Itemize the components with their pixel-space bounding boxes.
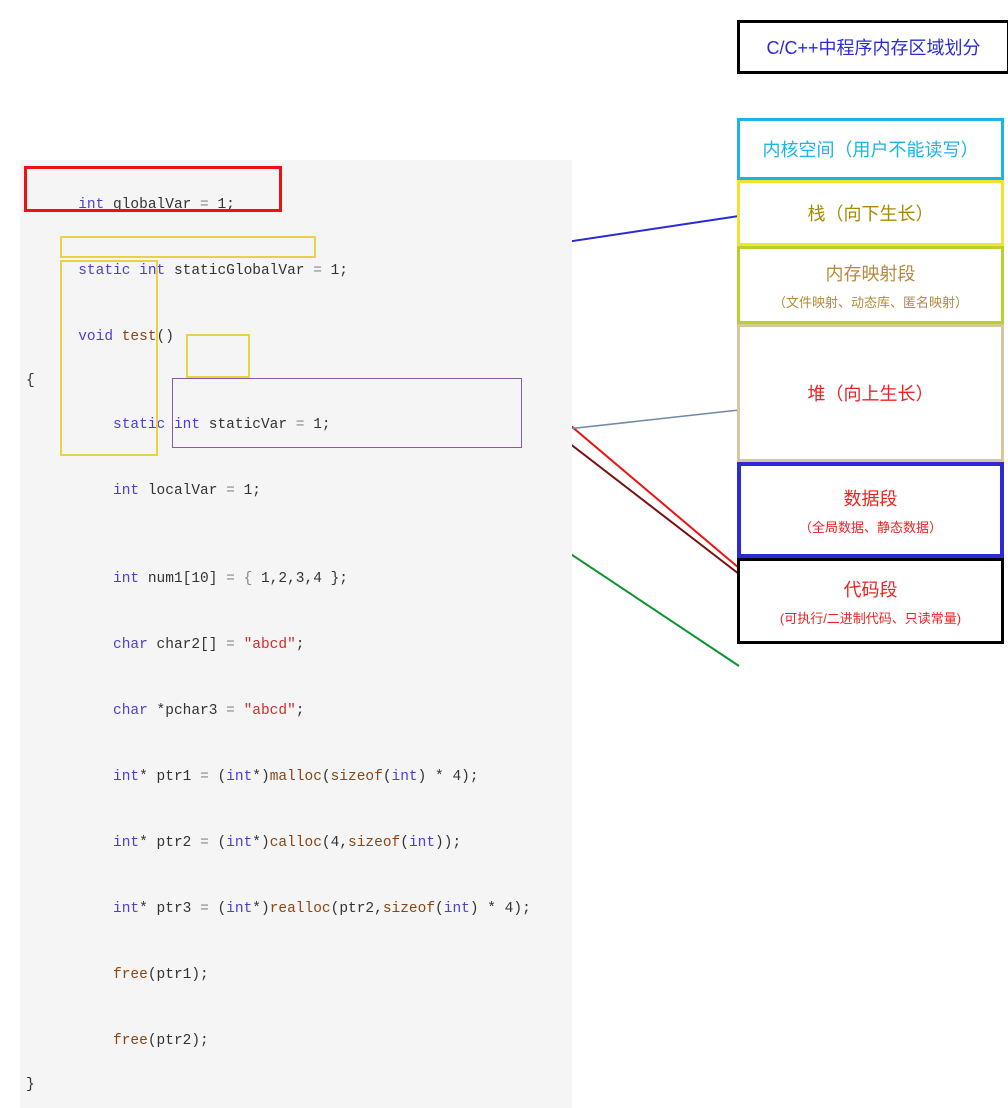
mem-code: 代码段 (可执行/二进制代码、只读常量) (737, 558, 1004, 644)
mem-stack: 栈（向下生长） (737, 180, 1004, 246)
diagram-title: C/C++中程序内存区域划分 (737, 20, 1008, 74)
code-line: } (26, 1074, 566, 1096)
code-line: char *pchar3 = "abcd"; (26, 678, 566, 744)
mem-data: 数据段 （全局数据、静态数据） (737, 462, 1004, 558)
code-block: int globalVar = 1; static int staticGlob… (20, 160, 572, 1108)
code-line: int num1[10] = { 1,2,3,4 }; (26, 546, 566, 612)
code-line: void test() (26, 304, 566, 370)
code-line: free(ptr2); (26, 1008, 566, 1074)
memory-layout-column: 内核空间（用户不能读写） 栈（向下生长） 内存映射段 （文件映射、动态库、匿名映… (737, 118, 1004, 644)
mem-kernel: 内核空间（用户不能读写） (737, 118, 1004, 180)
code-line: static int staticGlobalVar = 1; (26, 238, 566, 304)
code-line: static int staticVar = 1; (26, 392, 566, 458)
mem-mmap: 内存映射段 （文件映射、动态库、匿名映射） (737, 246, 1004, 324)
mem-heap: 堆（向上生长） (737, 324, 1004, 462)
code-line: int localVar = 1; (26, 458, 566, 524)
code-line: int* ptr1 = (int*)malloc(sizeof(int) * 4… (26, 744, 566, 810)
code-line: int* ptr3 = (int*)realloc(ptr2,sizeof(in… (26, 876, 566, 942)
code-line: char char2[] = "abcd"; (26, 612, 566, 678)
code-line: int* ptr2 = (int*)calloc(4,sizeof(int)); (26, 810, 566, 876)
code-line: free(ptr1); (26, 942, 566, 1008)
code-line: int globalVar = 1; (26, 172, 566, 238)
code-line (26, 524, 566, 546)
code-line: { (26, 370, 566, 392)
